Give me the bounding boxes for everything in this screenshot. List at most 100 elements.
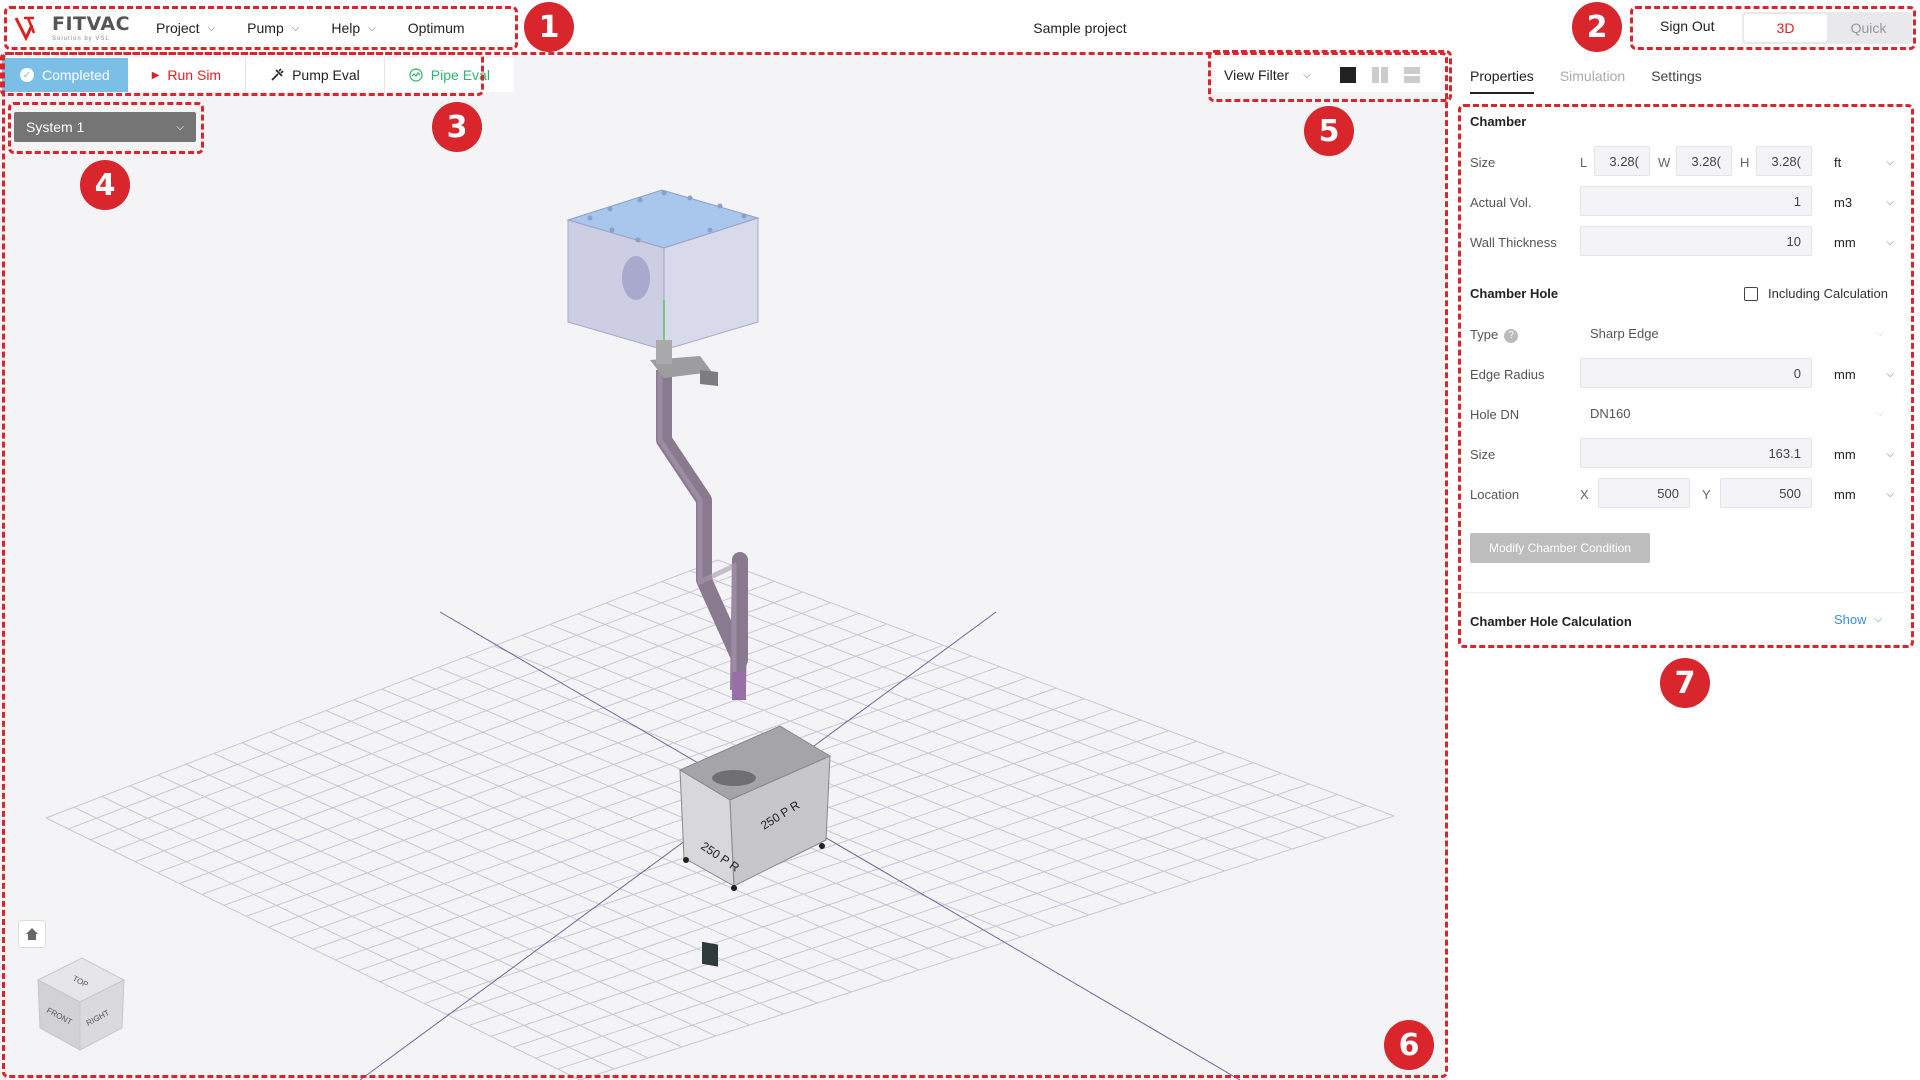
menu-project-label: Project — [156, 20, 200, 36]
view-cube[interactable]: TOP FRONT RIGHT — [36, 957, 126, 1051]
location-unit-value: mm — [1834, 487, 1856, 502]
location-label: Location — [1470, 487, 1520, 502]
hole-size-input[interactable]: 163.1 — [1580, 438, 1812, 468]
callout-badge-3: 3 — [432, 102, 482, 152]
location-x-input[interactable]: 500 — [1598, 478, 1690, 508]
volume-unit-value: m3 — [1834, 195, 1853, 210]
chevron-down-icon: ⌵ — [1886, 489, 1894, 500]
mode-quick-button[interactable]: Quick — [1827, 14, 1910, 42]
chamber-hole-section-title: Chamber Hole — [1470, 286, 1559, 301]
completed-label: Completed — [42, 67, 110, 83]
chevron-down-icon: ⌵ — [176, 121, 184, 133]
app-logo[interactable]: FITVAC Solution by VSL — [14, 12, 130, 44]
location-unit-select[interactable]: mm ⌵ — [1834, 487, 1894, 502]
layout-split-vertical-icon[interactable] — [1371, 66, 1389, 84]
logo-mark-icon — [14, 16, 36, 41]
edge-radius-label: Edge Radius — [1470, 367, 1545, 382]
sign-out-button[interactable]: Sign Out — [1660, 18, 1714, 34]
sim-toolbar: ✓ Completed ▶ Run Sim Pump Eval Pipe Eva… — [2, 58, 514, 92]
hole-size-unit-select[interactable]: mm ⌵ — [1834, 447, 1894, 462]
hole-size-unit-value: mm — [1834, 447, 1856, 462]
mode-3d-button[interactable]: 3D — [1744, 14, 1827, 42]
help-icon[interactable]: ? — [1504, 328, 1519, 343]
hole-type-value: Sharp Edge — [1590, 325, 1659, 341]
actual-volume-input[interactable]: 1 — [1580, 186, 1812, 216]
callout-badge-7: 7 — [1660, 658, 1710, 708]
including-calculation-label: Including Calculation — [1768, 286, 1888, 301]
layout-split-horizontal-icon[interactable] — [1403, 66, 1421, 84]
hole-dn-label: Hole DN — [1470, 407, 1520, 422]
length-letter: L — [1580, 155, 1588, 170]
run-sim-button[interactable]: ▶ Run Sim — [127, 58, 247, 92]
callout-badge-2: 2 — [1572, 2, 1622, 52]
location-y-letter: Y — [1702, 487, 1711, 502]
view-filter-bar: View Filter ⌵ — [1212, 58, 1442, 92]
main-menu: Project ⌵ Pump ⌵ Help ⌵ Optimum — [140, 0, 481, 56]
chamber-section-title: Chamber — [1470, 114, 1527, 129]
wall-thickness-input[interactable]: 10 — [1580, 226, 1812, 256]
grid-line — [468, 762, 1254, 1026]
hole-calculation-title: Chamber Hole Calculation — [1470, 614, 1632, 629]
3d-viewport[interactable]: 250 P R 250 P R TOP FRONT RIGHT — [0, 56, 1444, 1080]
hole-type-select[interactable]: Sharp Edge ⌵ — [1580, 318, 1894, 348]
axis-line-y — [359, 611, 997, 1080]
chevron-down-icon: ⌵ — [1886, 197, 1894, 208]
menu-pump-label: Pump — [247, 20, 284, 36]
wall-unit-select[interactable]: mm ⌵ — [1834, 235, 1894, 250]
chamber-height-input[interactable]: 3.28( — [1756, 146, 1812, 176]
show-hole-calculation-toggle[interactable]: Show ⌵ — [1834, 612, 1882, 627]
chamber-width-input[interactable]: 3.28( — [1676, 146, 1732, 176]
chevron-down-icon: ⌵ — [207, 22, 216, 34]
callout-badge-5: 5 — [1304, 106, 1354, 156]
chevron-down-icon: ⌵ — [1886, 237, 1894, 248]
panel-tabs: Properties Simulation Settings — [1470, 68, 1702, 94]
chevron-down-icon: ⌵ — [1874, 614, 1883, 625]
menu-project[interactable]: Project ⌵ — [140, 0, 231, 56]
chamber-model[interactable] — [566, 189, 760, 386]
pipe-eval-button[interactable]: Pipe Eval — [384, 58, 514, 92]
menu-optimum[interactable]: Optimum — [392, 0, 481, 56]
pipe-eval-label: Pipe Eval — [430, 67, 490, 83]
location-y-input[interactable]: 500 — [1720, 478, 1812, 508]
section-divider — [1464, 592, 1904, 593]
hole-dn-select[interactable]: DN160 ⌵ — [1580, 398, 1894, 428]
grid-line — [535, 794, 1338, 1059]
actual-volume-label: Actual Vol. — [1470, 195, 1532, 210]
size-unit-select[interactable]: ft ⌵ — [1834, 155, 1894, 170]
callout-badge-1: 1 — [524, 2, 574, 52]
modify-chamber-condition-button[interactable]: Modify Chamber Condition — [1470, 533, 1650, 563]
home-icon — [26, 928, 38, 940]
pipe-segment-highlight — [732, 672, 746, 700]
completed-status-button[interactable]: ✓ Completed — [2, 58, 128, 92]
tab-simulation[interactable]: Simulation — [1560, 68, 1625, 94]
chevron-down-icon: ⌵ — [1303, 69, 1311, 81]
layout-single-icon[interactable] — [1339, 66, 1357, 84]
wall-unit-value: mm — [1834, 235, 1856, 250]
tab-properties[interactable]: Properties — [1470, 68, 1534, 94]
chamber-length-input[interactable]: 3.28( — [1594, 146, 1650, 176]
pipe-eval-icon — [409, 68, 423, 82]
top-bar: FITVAC Solution by VSL Project ⌵ Pump ⌵ … — [0, 0, 1920, 56]
grid-line — [446, 751, 1226, 1015]
tab-settings[interactable]: Settings — [1651, 68, 1702, 94]
chamber-size-label: Size — [1470, 155, 1496, 170]
pump-eval-button[interactable]: Pump Eval — [246, 58, 385, 92]
including-calculation-checkbox[interactable]: Including Calculation — [1744, 286, 1888, 301]
hole-size-label: Size — [1470, 447, 1496, 462]
hole-type-label: Type? — [1470, 327, 1519, 343]
hole-type-label-text: Type — [1470, 327, 1499, 342]
callout-badge-4: 4 — [80, 160, 130, 210]
home-view-button[interactable] — [18, 920, 46, 948]
edge-radius-input[interactable]: 0 — [1580, 358, 1812, 388]
3d-scene[interactable]: 250 P R 250 P R TOP FRONT RIGHT — [0, 56, 1444, 1080]
menu-help[interactable]: Help ⌵ — [315, 0, 391, 56]
chevron-down-icon: ⌵ — [1876, 327, 1884, 339]
menu-optimum-label: Optimum — [407, 20, 465, 36]
volume-unit-select[interactable]: m3 ⌵ — [1834, 195, 1894, 210]
show-label: Show — [1834, 612, 1867, 627]
system-select[interactable]: System 1 ⌵ — [14, 112, 196, 142]
menu-pump[interactable]: Pump ⌵ — [231, 0, 315, 56]
grid-line — [490, 772, 1282, 1037]
view-filter-dropdown[interactable]: View Filter ⌵ — [1224, 67, 1311, 83]
edge-unit-select[interactable]: mm ⌵ — [1834, 367, 1894, 382]
